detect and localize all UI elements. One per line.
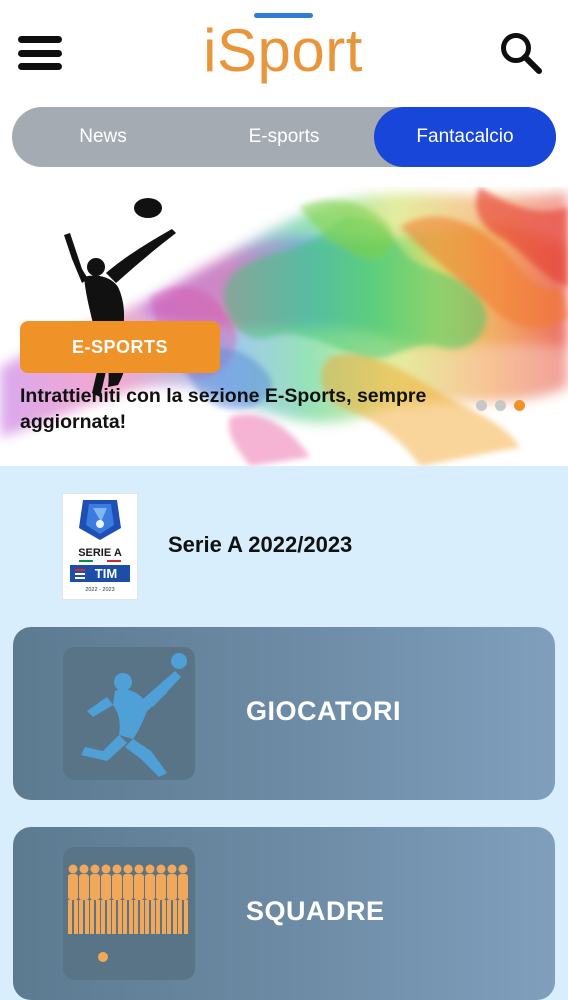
app-logo: iSport [203, 16, 363, 84]
giocatori-card[interactable]: GIOCATORI [13, 627, 555, 800]
league-title[interactable]: Serie A 2022/2023 [168, 532, 352, 558]
search-icon[interactable] [498, 30, 544, 76]
serie-a-logo-text: SERIE A [78, 547, 122, 559]
squadre-label: SQUADRE [246, 896, 385, 926]
carousel-indicator [476, 400, 525, 411]
giocatori-label: GIOCATORI [246, 696, 402, 726]
squadre-card[interactable]: SQUADRE [13, 827, 555, 1000]
carousel-dot[interactable] [495, 400, 506, 411]
app-header: iSport [0, 0, 568, 100]
serie-a-season-text: 2022 - 2023 [85, 587, 114, 593]
hero-banner[interactable]: E-SPORTS Intrattieniti con la sezione E-… [0, 187, 568, 466]
fantacalcio-section: SERIE A TIM 2022 - 2023 Serie A 2022/202… [0, 466, 568, 1000]
serie-a-logo[interactable]: SERIE A TIM 2022 - 2023 [62, 493, 138, 600]
tab-fantacalcio[interactable]: Fantacalcio [374, 107, 556, 167]
team-lineup-icon [63, 847, 195, 980]
tab-e-sports[interactable]: E-sports [194, 107, 374, 167]
hero-caption: Intrattieniti con la sezione E-Sports, s… [20, 385, 427, 433]
hamburger-menu-icon[interactable] [18, 34, 62, 72]
carousel-dot[interactable] [476, 400, 487, 411]
section-tabs: News E-sports Fantacalcio [12, 107, 556, 167]
hero-category-badge[interactable]: E-SPORTS [20, 321, 220, 373]
tab-news[interactable]: News [12, 107, 194, 167]
soccer-player-kick-icon [63, 647, 195, 780]
app-screen: iSport News E-sports Fantacalcio E-SPORT… [0, 0, 568, 1000]
tim-logo-text: TIM [95, 566, 117, 581]
carousel-dot-active[interactable] [514, 400, 525, 411]
